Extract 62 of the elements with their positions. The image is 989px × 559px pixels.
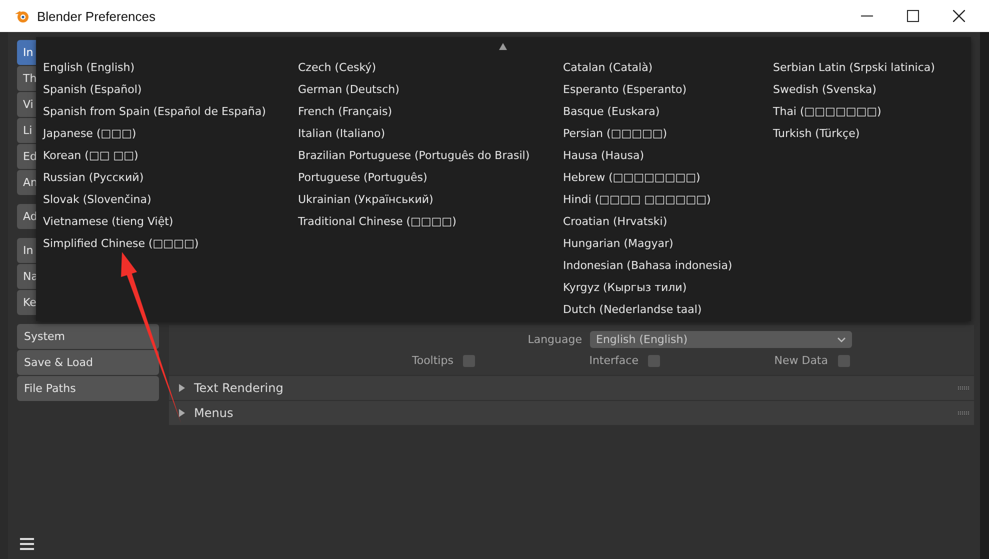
menu-icon[interactable] [19,537,35,551]
checkbox-label: Interface [589,354,638,367]
language-option[interactable]: Dutch (Nederlandse taal) [563,299,773,321]
language-option[interactable]: French (Français) [298,101,563,123]
language-option[interactable]: Brazilian Portuguese (Português do Brasil) [298,145,563,167]
checkbox[interactable] [838,354,850,366]
sidebar-tab[interactable]: Li [17,118,36,143]
checkbox[interactable] [648,354,660,366]
language-option[interactable]: Russian (Русский) [43,167,298,189]
sidebar-tab[interactable]: In [17,40,36,65]
checkbox-label: New Data [774,354,828,367]
language-option[interactable]: Portuguese (Português) [298,167,563,189]
checkbox-label: Tooltips [412,354,454,367]
scroll-up-icon[interactable] [499,43,507,50]
language-dropdown[interactable]: English (English) [590,331,852,348]
sidebar-tab[interactable]: Th [17,66,36,91]
language-option[interactable]: Hebrew (□□□□□□□□) [563,167,773,189]
chevron-down-icon [837,336,846,342]
sidebar-tab[interactable]: Save & Load [17,350,159,375]
language-option[interactable]: Spanish from Spain (Español de España) [43,101,298,123]
sidebar-tab[interactable]: Vi [17,92,36,117]
language-option[interactable]: Thai (□□□□□□□) [773,101,935,123]
language-option[interactable]: Serbian Latin (Srpski latinica) [773,57,935,79]
checkbox[interactable] [463,354,476,366]
language-option[interactable]: Traditional Chinese (□□□□) [298,211,563,233]
language-option[interactable]: Korean (□□ □□) [43,145,298,167]
language-option[interactable]: Hausa (Hausa) [563,145,773,167]
panel-header[interactable]: Text Rendering [169,376,974,400]
sidebar-tab[interactable]: In [17,238,36,263]
close-icon[interactable] [953,10,965,22]
language-option[interactable]: Japanese (□□□) [43,123,298,145]
sidebar-tab[interactable]: Ed [17,144,36,169]
language-option[interactable]: Vietnamese (tieng Việt) [43,211,298,233]
language-option[interactable]: Italian (Italiano) [298,123,563,145]
language-option[interactable]: Hungarian (Magyar) [563,233,773,255]
sidebar-tab[interactable]: Ke [17,290,36,315]
maximize-icon[interactable] [907,10,919,22]
drag-grip-icon[interactable] [958,411,970,415]
language-option[interactable]: English (English) [43,57,298,79]
language-option[interactable]: Slovak (Slovenčina) [43,189,298,211]
language-option[interactable]: Basque (Euskara) [563,101,773,123]
language-option[interactable]: Ukrainian (Український) [298,189,563,211]
language-option[interactable]: Persian (□□□□□) [563,123,773,145]
language-option[interactable]: Croatian (Hrvatski) [563,211,773,233]
language-option[interactable]: Kyrgyz (Кыргыз тили) [563,277,773,299]
sidebar-tab[interactable]: File Paths [17,376,159,401]
language-option[interactable]: Swedish (Svenska) [773,79,935,101]
language-option[interactable]: Indonesian (Bahasa indonesia) [563,255,773,277]
language-option[interactable]: Czech (Ceský) [298,57,563,79]
language-option[interactable]: Esperanto (Esperanto) [563,79,773,101]
language-option[interactable]: Simplified Chinese (□□□□) [43,233,298,255]
app-logo-icon [14,8,30,24]
language-label: Language [528,333,582,346]
language-option[interactable]: Catalan (Català) [563,57,773,79]
window-title: Blender Preferences [37,8,156,24]
panel-header[interactable]: Menus [169,401,974,425]
drag-grip-icon[interactable] [958,386,970,390]
language-option[interactable]: Turkish (Türkçe) [773,123,935,145]
language-option[interactable]: German (Deutsch) [298,79,563,101]
sidebar-tab[interactable]: System [17,324,159,349]
language-option[interactable]: Spanish (Español) [43,79,298,101]
language-option[interactable]: Hindi (□□□□ □□□□□□) [563,189,773,211]
